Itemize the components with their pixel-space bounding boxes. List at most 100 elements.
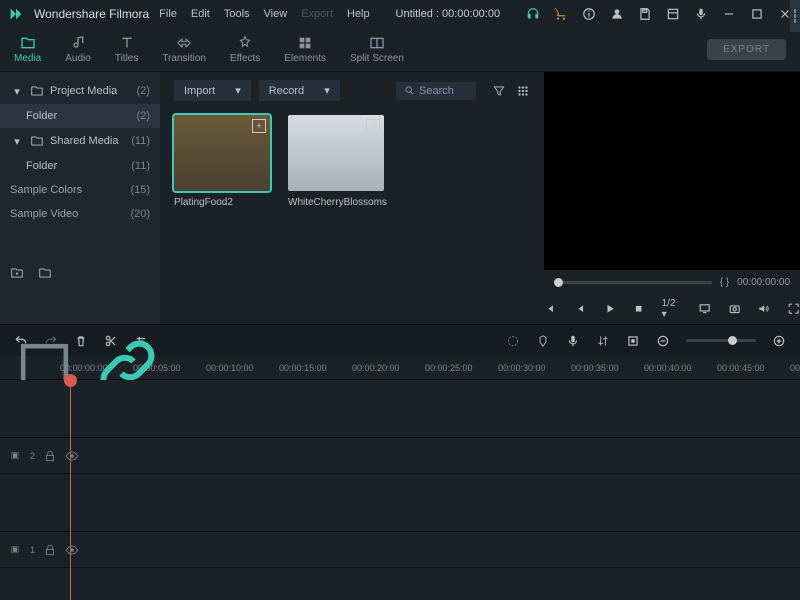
media-browser: Import▾ Record▾ Search + PlatingFood2 + … xyxy=(160,72,544,324)
maximize-icon[interactable] xyxy=(750,7,764,21)
render-icon[interactable] xyxy=(506,334,520,348)
search-input[interactable]: Search xyxy=(396,82,476,100)
track-overlay-1[interactable]: ▣1 xyxy=(0,532,800,568)
tab-effects[interactable]: Effects xyxy=(230,35,260,64)
sidebar-sample-colors[interactable]: Sample Colors (15) xyxy=(0,178,160,202)
media-sidebar: ▾ Project Media (2) Folder (2) ▾ Shared … xyxy=(0,72,160,324)
save-icon[interactable] xyxy=(638,7,652,21)
new-folder-icon[interactable] xyxy=(10,266,24,280)
clip-thumbnail[interactable]: + xyxy=(174,115,270,191)
preview-scrubber: { } 00:00:00:00 xyxy=(544,270,800,294)
user-icon[interactable] xyxy=(610,7,624,21)
media-toolbar: Import▾ Record▾ Search xyxy=(174,80,530,101)
display-icon[interactable] xyxy=(698,302,711,316)
visibility-icon[interactable] xyxy=(65,543,79,557)
prev-frame-icon[interactable] xyxy=(544,302,557,316)
visibility-icon[interactable] xyxy=(65,449,79,463)
add-to-timeline-icon[interactable]: + xyxy=(252,119,266,133)
clip-name: PlatingFood2 xyxy=(174,197,270,208)
sidebar-sample-video[interactable]: Sample Video (20) xyxy=(0,202,160,226)
track-video-main[interactable] xyxy=(0,380,800,438)
info-icon[interactable] xyxy=(582,7,596,21)
sidebar-folder-2[interactable]: Folder (11) xyxy=(0,154,160,178)
sidebar-project-media[interactable]: ▾ Project Media (2) xyxy=(0,78,160,104)
cart-icon[interactable] xyxy=(554,7,568,21)
preview-timecode: 00:00:00:00 xyxy=(737,277,790,288)
minimize-icon[interactable] xyxy=(722,7,736,21)
sidebar-footer xyxy=(0,256,62,290)
chevron-down-icon: ▾ xyxy=(324,84,330,97)
menu-file[interactable]: File xyxy=(159,8,177,20)
volume-icon[interactable] xyxy=(757,302,770,316)
tab-split-screen[interactable]: Split Screen xyxy=(350,35,404,64)
preview-panel: { } 00:00:00:00 1/2 ▾ xyxy=(544,72,800,324)
main-row: ▾ Project Media (2) Folder (2) ▾ Shared … xyxy=(0,72,800,324)
app-logo-icon xyxy=(8,6,24,22)
project-title: Untitled : 00:00:00:00 xyxy=(380,8,516,20)
add-to-timeline-icon[interactable]: + xyxy=(366,119,380,133)
inout-brackets: { } xyxy=(720,277,729,288)
titlebar: Wondershare Filmora File Edit Tools View… xyxy=(0,0,800,28)
menu-help[interactable]: Help xyxy=(347,8,370,20)
crop-view-icon[interactable] xyxy=(626,334,640,348)
chevron-down-icon: ▾ xyxy=(235,84,241,97)
lock-icon[interactable] xyxy=(43,543,57,557)
app-name: Wondershare Filmora xyxy=(34,7,149,21)
fullscreen-icon[interactable] xyxy=(787,302,800,316)
mic-icon[interactable] xyxy=(694,7,708,21)
sidebar-folder-1[interactable]: Folder (2) xyxy=(0,104,160,128)
timeline-snap-icon[interactable] xyxy=(8,361,81,375)
clip-item[interactable]: + PlatingFood2 xyxy=(174,115,270,208)
record-dropdown[interactable]: Record▾ xyxy=(259,80,340,101)
stop-icon[interactable] xyxy=(632,302,645,316)
zoom-slider[interactable] xyxy=(686,339,756,342)
module-tabs: Media Audio Titles Transition Effects El… xyxy=(0,28,800,72)
tab-media[interactable]: Media xyxy=(14,35,41,64)
import-dropdown[interactable]: Import▾ xyxy=(174,80,251,101)
playback-speed[interactable]: 1/2 ▾ xyxy=(662,298,683,320)
folder-icon xyxy=(30,84,44,98)
zoom-out-icon[interactable] xyxy=(656,334,670,348)
tab-audio[interactable]: Audio xyxy=(65,35,91,64)
track-type-icon: ▣ xyxy=(8,449,22,463)
layout-icon[interactable] xyxy=(666,7,680,21)
clip-name: WhiteCherryBlossoms xyxy=(288,197,387,208)
audio-mixer-icon[interactable] xyxy=(596,334,610,348)
marker-icon[interactable] xyxy=(536,334,550,348)
export-button[interactable]: EXPORT xyxy=(707,39,786,60)
tab-transition[interactable]: Transition xyxy=(162,35,206,64)
step-back-icon[interactable] xyxy=(573,302,586,316)
play-icon[interactable] xyxy=(603,302,616,316)
menu-bar: File Edit Tools View Export Help xyxy=(159,8,369,20)
voiceover-icon[interactable] xyxy=(566,334,580,348)
titlebar-actions xyxy=(526,7,792,21)
timeline[interactable]: ▣2 ▣1 xyxy=(0,380,800,600)
menu-edit[interactable]: Edit xyxy=(191,8,210,20)
tab-titles[interactable]: Titles xyxy=(115,35,139,64)
track-type-icon: ▣ xyxy=(8,543,22,557)
timeline-ruler[interactable]: 00:00:00:0000:00:05:0000:00:10:0000:00:1… xyxy=(0,356,800,380)
chevron-down-icon: ▾ xyxy=(10,134,24,148)
sidebar-shared-media[interactable]: ▾ Shared Media (11) xyxy=(0,128,160,154)
playhead[interactable] xyxy=(70,380,71,600)
folder-icon[interactable] xyxy=(38,266,52,280)
track-audio[interactable] xyxy=(0,474,800,532)
filter-icon[interactable] xyxy=(492,84,506,98)
scrub-bar[interactable] xyxy=(554,281,712,284)
preview-controls: 1/2 ▾ xyxy=(544,294,800,324)
chevron-down-icon: ▾ xyxy=(10,84,24,98)
track-overlay-2[interactable]: ▣2 xyxy=(0,438,800,474)
menu-view[interactable]: View xyxy=(264,8,288,20)
collapse-handle[interactable] xyxy=(790,0,800,32)
tab-elements[interactable]: Elements xyxy=(284,35,326,64)
headset-icon[interactable] xyxy=(526,7,540,21)
snapshot-icon[interactable] xyxy=(728,302,741,316)
clip-thumbnail[interactable]: + xyxy=(288,115,384,191)
menu-export: Export xyxy=(301,8,333,20)
zoom-in-icon[interactable] xyxy=(772,334,786,348)
link-icon[interactable] xyxy=(91,361,164,375)
clip-item[interactable]: + WhiteCherryBlossoms xyxy=(288,115,387,208)
lock-icon[interactable] xyxy=(43,449,57,463)
menu-tools[interactable]: Tools xyxy=(224,8,250,20)
grid-view-icon[interactable] xyxy=(516,84,530,98)
